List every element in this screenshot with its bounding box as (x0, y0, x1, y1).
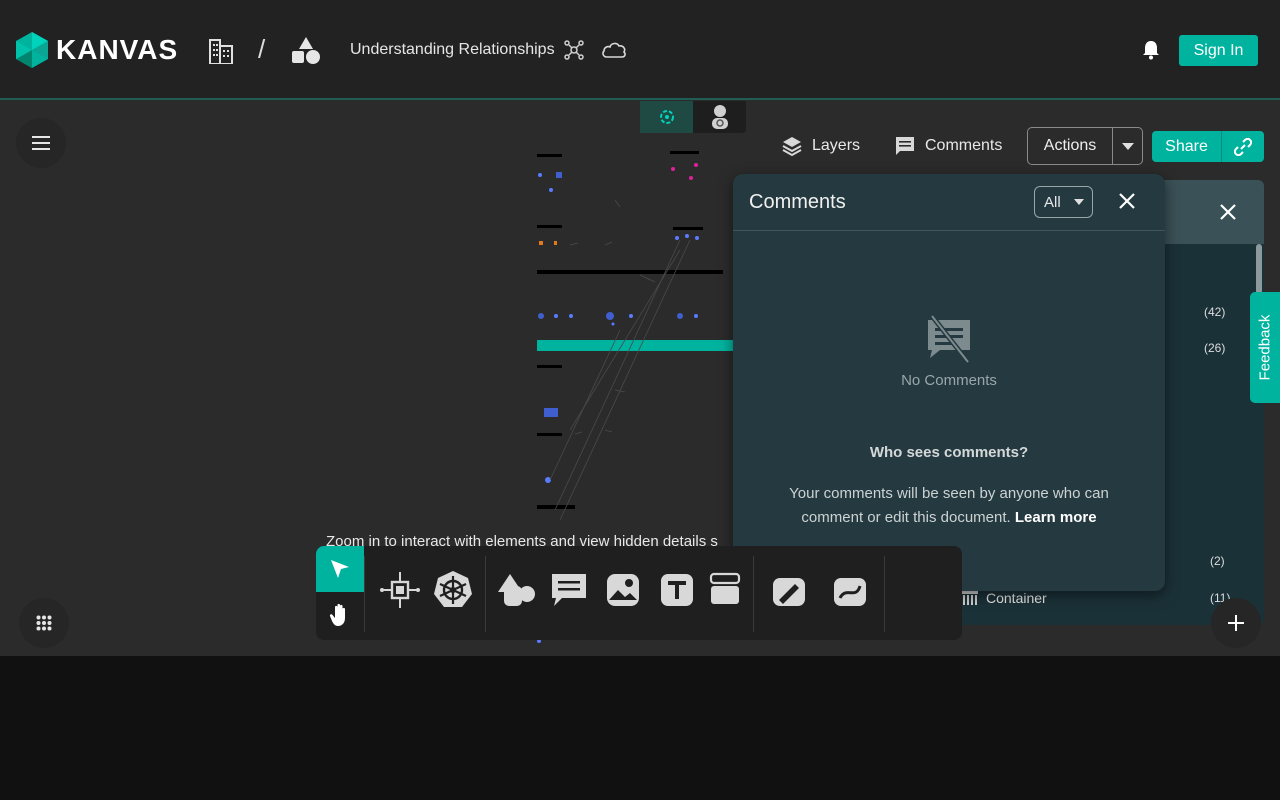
layer-row-container[interactable]: Container (958, 590, 1047, 606)
cloud-icon[interactable] (601, 40, 627, 60)
pan-tool-button[interactable] (316, 592, 364, 638)
dock-divider (364, 556, 365, 632)
hamburger-icon (32, 136, 50, 150)
layers-button[interactable]: Layers (782, 134, 860, 158)
actions-button[interactable]: Actions (1027, 127, 1143, 165)
grid-icon (36, 615, 52, 631)
apps-button[interactable] (19, 598, 69, 648)
layer-row-label: Container (986, 590, 1047, 606)
layers-label: Layers (812, 137, 861, 154)
image-tool-button[interactable] (601, 568, 645, 612)
share-button[interactable]: Share (1152, 131, 1264, 162)
shapes-tool-button[interactable] (494, 568, 538, 612)
sign-in-button[interactable]: Sign In (1179, 35, 1258, 66)
add-button[interactable] (1211, 598, 1261, 648)
comments-panel: Comments All No Comments Who sees commen… (733, 174, 1165, 591)
actions-label[interactable]: Actions (1028, 128, 1113, 164)
pen-tool-button[interactable] (767, 568, 811, 612)
logo-text: KANVAS (56, 34, 179, 65)
pen-icon (773, 578, 805, 606)
operator-avatar-icon (711, 105, 728, 129)
caret-down-icon (1121, 142, 1134, 150)
comments-filter-value: All (1044, 193, 1061, 211)
shapes-tool-icon (498, 574, 535, 606)
design-mode-tab[interactable] (640, 101, 693, 133)
tool-dock (316, 546, 962, 640)
kubernetes-tool-button[interactable] (431, 568, 475, 612)
top-header: KANVAS / Understanding Relationships Sig… (0, 0, 1280, 100)
dock-divider (753, 556, 754, 632)
close-icon[interactable] (1220, 204, 1236, 220)
network-icon[interactable] (564, 40, 584, 60)
plus-icon (1228, 615, 1244, 631)
layers-scrollbar[interactable] (1256, 244, 1262, 294)
breadcrumb-separator: / (258, 34, 266, 64)
bell-icon[interactable] (1142, 40, 1160, 60)
comments-label: Comments (925, 137, 1003, 154)
mode-toggle (640, 101, 746, 133)
kanvas-logo[interactable]: KANVAS (16, 32, 178, 68)
hand-icon (329, 603, 345, 626)
design-title[interactable]: Understanding Relationships (350, 41, 555, 59)
building-icon[interactable] (206, 36, 236, 64)
no-comments-text: No Comments (901, 372, 997, 389)
share-label[interactable]: Share (1152, 131, 1222, 162)
caret-down-icon (1074, 199, 1084, 205)
layer-count: (26) (1204, 341, 1226, 355)
layers-icon (782, 137, 802, 156)
close-comments-icon[interactable] (1119, 193, 1135, 209)
select-tool-button[interactable] (316, 546, 364, 592)
component-icon (380, 572, 420, 608)
dock-divider (884, 556, 885, 632)
pointer-icon (331, 560, 349, 578)
comment-tool-icon (552, 574, 586, 606)
comments-button[interactable]: Comments (895, 134, 1002, 158)
kubernetes-icon (434, 571, 472, 607)
learn-more-link[interactable]: Learn more (1015, 509, 1097, 526)
copy-link-button[interactable] (1222, 131, 1264, 162)
no-comments-icon (928, 314, 970, 364)
comments-divider (733, 230, 1165, 231)
comments-filter-select[interactable]: All (1034, 186, 1093, 218)
operator-mode-tab[interactable] (693, 101, 746, 133)
comments-visibility-description: Your comments will be seen by anyone who… (773, 482, 1125, 530)
kanvas-hex-icon (16, 32, 48, 68)
section-tool-button[interactable] (703, 568, 747, 612)
component-tool-button[interactable] (378, 568, 422, 612)
section-icon (709, 572, 741, 604)
text-tool-button[interactable] (655, 568, 699, 612)
layer-count: (2) (1210, 554, 1225, 568)
app-root: KANVAS / Understanding Relationships Sig… (0, 0, 1280, 656)
link-icon (1234, 137, 1252, 156)
feedback-label: Feedback (1256, 314, 1274, 381)
actions-dropdown-toggle[interactable] (1113, 128, 1142, 164)
connector-icon (834, 578, 866, 606)
comment-tool-button[interactable] (547, 568, 591, 612)
dock-divider (485, 556, 486, 632)
shapes-icon[interactable] (291, 36, 321, 64)
image-icon (607, 574, 639, 606)
layer-count: (42) (1204, 305, 1226, 319)
kanvas-swirl-icon (659, 110, 674, 124)
feedback-tab[interactable]: Feedback (1250, 292, 1280, 403)
connector-tool-button[interactable] (828, 568, 872, 612)
text-icon (661, 574, 693, 606)
comments-panel-title: Comments (749, 191, 846, 213)
who-sees-comments-heading: Who sees comments? (869, 444, 1029, 461)
menu-button[interactable] (16, 118, 66, 168)
empty-viewport-area (0, 656, 1280, 800)
comment-icon (896, 137, 914, 155)
